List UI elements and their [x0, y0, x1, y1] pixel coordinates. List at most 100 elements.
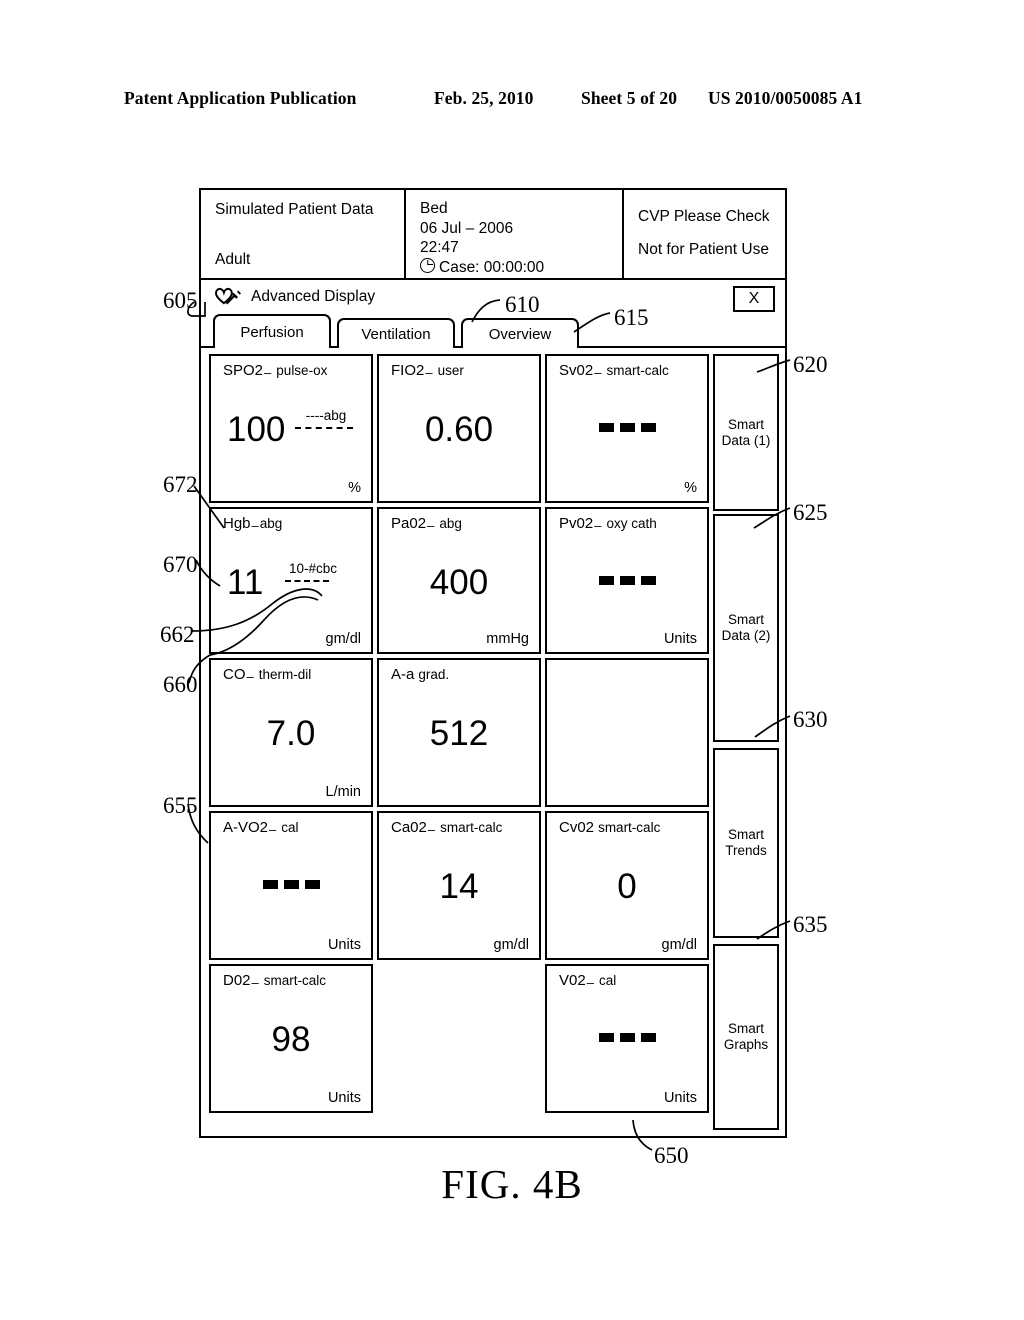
tile-co-value: 7.0	[266, 714, 316, 753]
tile-fio2-source: user	[437, 363, 464, 378]
tile-cvo2[interactable]: Cv02 smart-calc 0 gm/dl	[545, 811, 709, 960]
date-label: 06 Jul – 2006	[420, 219, 514, 237]
tile-co[interactable]: CO– therm-dil 7.0 L/min	[209, 658, 373, 807]
tile-cvo2-source: smart-calc	[598, 820, 661, 835]
tile-vo2-label: V02– cal	[559, 972, 616, 990]
no-data-dash	[598, 1033, 614, 1042]
tile-aa-gradient-abbr: A-a	[391, 666, 415, 683]
tile-pvo2-source: oxy cath	[606, 516, 657, 531]
tile-hgb-sep: –	[251, 518, 259, 533]
tile-pao2-source: abg	[439, 516, 462, 531]
tab-perfusion[interactable]: Perfusion	[213, 314, 331, 351]
tile-empty-slot[interactable]	[545, 658, 709, 807]
close-button[interactable]: X	[733, 286, 775, 312]
sidebar-button-smart-data-2[interactable]: Smart Data (2)	[713, 514, 779, 742]
tile-hgb-abbr: Hgb	[223, 515, 251, 532]
tab-overview-label: Overview	[488, 325, 552, 343]
tile-a-vo2-sep: –	[269, 822, 277, 837]
no-data-dash	[619, 1033, 635, 1042]
tile-pao2-abbr: Pa02	[391, 515, 427, 532]
tile-hgb-value: 11	[227, 563, 264, 602]
tile-aa-gradient-label: A-a grad.	[391, 666, 449, 683]
tile-hgb-secondary: 10-#cbc	[277, 561, 349, 582]
no-data-dash	[598, 423, 614, 432]
tile-pvo2-abbr: Pv02	[559, 515, 594, 532]
alerts-cell: CVP Please Check Not for Patient Use	[624, 190, 785, 278]
tile-spo2[interactable]: SPO2– pulse-ox 100 ----abg %	[209, 354, 373, 503]
tile-do2-sep: –	[251, 975, 259, 990]
sidebar-button-smart-trends-label: Smart Trends	[725, 827, 767, 858]
tile-vo2-sep: –	[586, 975, 594, 990]
tile-fio2[interactable]: FIO2– user 0.60	[377, 354, 541, 503]
tile-pao2-units: mmHg	[486, 631, 529, 647]
no-data-dash	[619, 423, 635, 432]
callout-610: 610	[505, 292, 540, 317]
tile-a-vo2-units: Units	[327, 937, 361, 953]
tile-a-vo2[interactable]: A-VO2– cal Units	[209, 811, 373, 960]
tile-aa-gradient[interactable]: A-a grad. 512	[377, 658, 541, 807]
main-content-area: SPO2– pulse-ox 100 ----abg % FIO2– user …	[201, 348, 785, 1140]
tile-empty-slot	[377, 964, 541, 1113]
sidebar-button-smart-trends[interactable]: Smart Trends	[713, 748, 779, 938]
sidebar-button-smart-graphs-label: Smart Graphs	[723, 1021, 769, 1052]
smart-function-sidebar: Smart Data (1) Smart Data (2) Smart Trends …	[713, 354, 779, 1134]
no-data-dash	[640, 1033, 656, 1042]
patient-source-cell: Simulated Patient Data Adult	[201, 190, 406, 278]
pub-header-date: Feb. 25, 2010	[434, 88, 534, 108]
no-data-dash	[283, 880, 299, 889]
tile-pvo2[interactable]: Pv02– oxy cath Units	[545, 507, 709, 654]
app-title-label: Advanced Display	[251, 288, 376, 305]
bed-datetime-cell: Bed 06 Jul – 2006 22:47 Case: 00:00:00	[406, 190, 624, 278]
tile-spo2-secondary: ----abg	[295, 408, 357, 429]
app-title-row: Advanced Display	[213, 285, 375, 309]
tile-svo2-units: %	[684, 480, 697, 496]
tile-co-label: CO– therm-dil	[223, 666, 311, 684]
tile-fio2-label: FIO2– user	[391, 362, 464, 380]
no-data-dash	[619, 576, 635, 585]
tile-row: Hgb–abg 11 10-#cbc gm/dl Pa02– abg 400 m…	[209, 507, 709, 654]
tab-overview[interactable]: Overview	[461, 318, 579, 348]
tile-spo2-sep: –	[264, 365, 272, 380]
no-data-dash	[598, 576, 614, 585]
tile-hgb-source: abg	[259, 516, 283, 531]
tile-svo2[interactable]: Sv02– smart-calc %	[545, 354, 709, 503]
tile-svo2-abbr: Sv02	[559, 362, 594, 379]
figure-caption: FIG. 4B	[441, 1161, 583, 1207]
bed-label: Bed	[420, 200, 448, 217]
clock-icon	[420, 257, 435, 273]
tile-spo2-source: pulse-ox	[276, 363, 328, 378]
tile-cao2-label: Ca02– smart-calc	[391, 819, 502, 837]
tile-vo2-units: Units	[663, 1090, 697, 1106]
alert-not-for-patient-use: Not for Patient Use	[638, 241, 769, 258]
sidebar-button-smart-data-1[interactable]: Smart Data (1)	[713, 354, 779, 511]
close-icon: X	[748, 290, 760, 307]
sidebar-button-smart-data-2-label: Smart Data (2)	[721, 612, 771, 643]
tile-hgb-label: Hgb–abg	[223, 515, 282, 533]
time-label: 22:47	[420, 239, 459, 256]
sidebar-button-smart-graphs[interactable]: Smart Graphs	[713, 944, 779, 1130]
tile-pao2[interactable]: Pa02– abg 400 mmHg	[377, 507, 541, 654]
tile-cao2[interactable]: Ca02– smart-calc 14 gm/dl	[377, 811, 541, 960]
tile-pao2-value: 400	[429, 563, 489, 602]
tile-pvo2-value	[547, 565, 707, 595]
parameter-tile-grid: SPO2– pulse-ox 100 ----abg % FIO2– user …	[209, 354, 709, 1134]
callout-672: 672	[163, 472, 198, 497]
tile-cvo2-abbr: Cv02	[559, 819, 595, 836]
tile-spo2-value: 100	[227, 410, 286, 449]
tile-vo2[interactable]: V02– cal Units	[545, 964, 709, 1113]
tile-cao2-units: gm/dl	[493, 937, 529, 953]
tile-svo2-label: Sv02– smart-calc	[559, 362, 669, 380]
pub-header-left: Patent Application Publication	[124, 88, 357, 108]
tile-cao2-sep: –	[427, 822, 436, 837]
tile-pvo2-sep: –	[594, 518, 602, 533]
tile-hgb[interactable]: Hgb–abg 11 10-#cbc gm/dl	[209, 507, 373, 654]
tile-do2-label: D02– smart-calc	[223, 972, 326, 990]
tile-svo2-sep: –	[594, 365, 602, 380]
tab-ventilation[interactable]: Ventilation	[337, 318, 455, 348]
tile-hgb-secondary-rule	[285, 580, 329, 582]
callout-660: 660	[163, 672, 198, 697]
tile-fio2-value: 0.60	[424, 410, 494, 449]
tile-a-vo2-abbr: A-VO2	[223, 819, 269, 836]
tile-do2[interactable]: D02– smart-calc 98 Units	[209, 964, 373, 1113]
tile-cao2-source: smart-calc	[440, 820, 503, 835]
